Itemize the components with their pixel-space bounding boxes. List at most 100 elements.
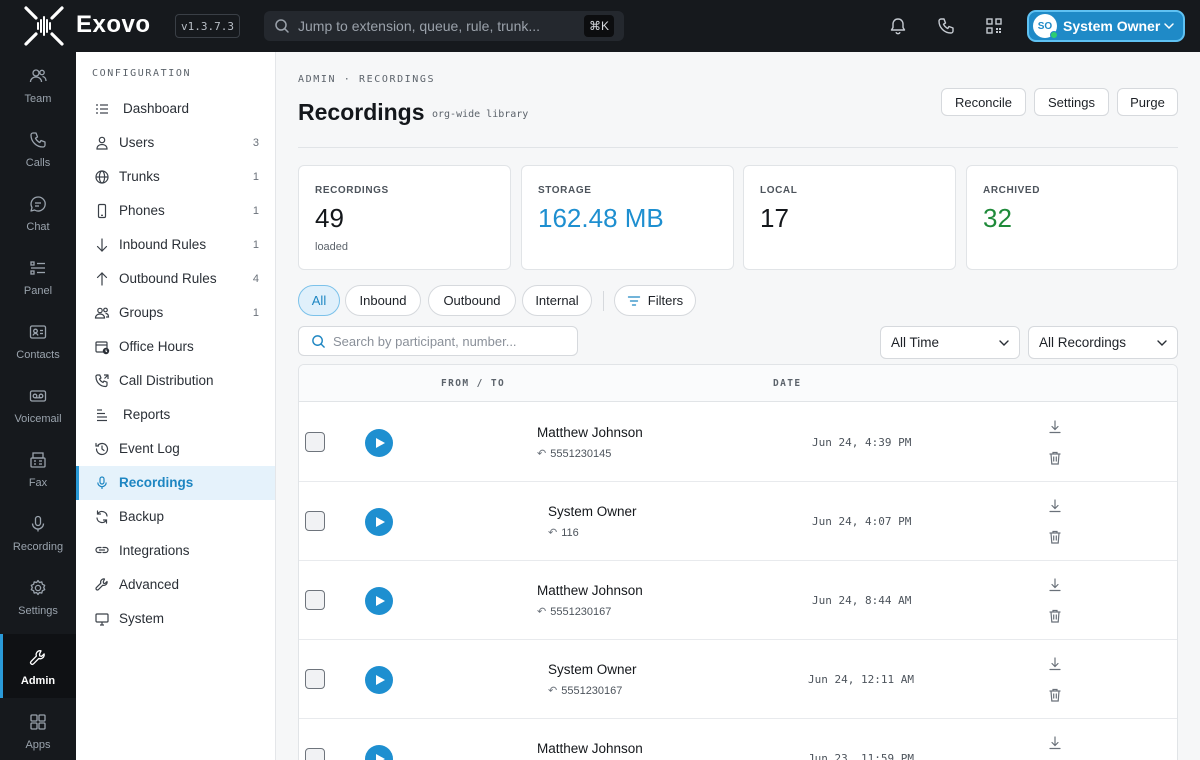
- play-button[interactable]: [365, 745, 393, 760]
- main-content: ADMIN · RECORDINGS Recordings org-wide l…: [276, 52, 1200, 760]
- rail-label: Apps: [25, 739, 51, 751]
- row-checkbox[interactable]: [305, 748, 325, 760]
- filter-pill-all[interactable]: All: [298, 285, 340, 316]
- stat-card-recordings: RECORDINGS 49 loaded: [298, 165, 511, 270]
- phone-icon: [28, 130, 48, 150]
- row-checkbox[interactable]: [305, 432, 325, 452]
- play-button[interactable]: [365, 508, 393, 536]
- stat-value: 17: [760, 203, 789, 233]
- download-icon[interactable]: [1047, 735, 1063, 751]
- purge-button[interactable]: Purge: [1117, 88, 1178, 116]
- rail-label: Team: [24, 93, 52, 105]
- dashboard-icon: [94, 101, 110, 117]
- row-checkbox[interactable]: [305, 669, 325, 689]
- download-icon[interactable]: [1047, 656, 1063, 672]
- rail-item-apps[interactable]: Apps: [0, 698, 76, 760]
- sidebar-item-event-log[interactable]: Event Log: [76, 432, 275, 466]
- gear-icon: [28, 578, 48, 598]
- logo-icon[interactable]: [22, 4, 66, 48]
- participant-number: ↶ 5551230167: [537, 605, 611, 619]
- rail-item-contacts[interactable]: Contacts: [0, 308, 76, 372]
- trash-icon[interactable]: [1047, 450, 1063, 466]
- rail-item-panel[interactable]: Panel: [0, 244, 76, 308]
- participant-name: System Owner: [548, 662, 637, 677]
- backup-icon: [94, 509, 110, 525]
- search-placeholder: Search by participant, number...: [333, 334, 517, 349]
- download-icon[interactable]: [1047, 419, 1063, 435]
- stat-value: 49: [315, 203, 344, 233]
- rail-item-voicemail[interactable]: Voicemail: [0, 372, 76, 436]
- table-row[interactable]: System Owner ↶ 5551230167 Jun 24, 12:11 A…: [299, 640, 1177, 719]
- participant-number-text: 5551230167: [561, 684, 623, 697]
- filter-pill-inbound[interactable]: Inbound: [345, 285, 421, 316]
- sidebar-item-trunks[interactable]: Trunks 1: [76, 160, 275, 194]
- participant-number: ↶ 5551230167: [548, 684, 623, 698]
- row-checkbox[interactable]: [305, 511, 325, 531]
- sidebar-item-advanced[interactable]: Advanced: [76, 568, 275, 602]
- download-icon[interactable]: [1047, 498, 1063, 514]
- column-header-from-to[interactable]: FROM / TO: [441, 378, 505, 389]
- recordings-search-input[interactable]: Search by participant, number...: [298, 326, 578, 356]
- fax-icon: [28, 450, 48, 470]
- play-button[interactable]: [365, 666, 393, 694]
- trash-icon[interactable]: [1047, 608, 1063, 624]
- sidebar-item-office-hours[interactable]: Office Hours: [76, 330, 275, 364]
- filter-icon: [627, 294, 641, 308]
- brand-name: Exovo: [76, 11, 151, 38]
- sidebar-item-backup[interactable]: Backup: [76, 500, 275, 534]
- rail-item-recording[interactable]: Recording: [0, 500, 76, 564]
- sidebar-item-call-distribution[interactable]: Call Distribution: [76, 364, 275, 398]
- recording-date: Jun 24, 4:07 PM: [812, 515, 912, 528]
- rail-item-team[interactable]: Team: [0, 52, 76, 116]
- user-menu-button[interactable]: SO System Owner: [1027, 10, 1185, 42]
- rail-item-fax[interactable]: Fax: [0, 436, 76, 500]
- trash-icon[interactable]: [1047, 687, 1063, 703]
- table-row[interactable]: Matthew Johnson ↶ 5551230145 Jun 24, 4:39…: [299, 403, 1177, 482]
- rail-label: Contacts: [16, 349, 60, 361]
- rail-item-calls[interactable]: Calls: [0, 116, 76, 180]
- table-row[interactable]: Matthew Johnson ↶ 5551230167 Jun 24, 8:44…: [299, 561, 1177, 640]
- sidebar-item-outbound-rules[interactable]: Outbound Rules 4: [76, 262, 275, 296]
- sidebar-item-system[interactable]: System: [76, 602, 275, 636]
- sidebar-item-phones[interactable]: Phones 1: [76, 194, 275, 228]
- rail-label: Voicemail: [14, 413, 62, 425]
- recording-type-select[interactable]: All Recordings: [1028, 326, 1178, 359]
- rail-item-chat[interactable]: Chat: [0, 180, 76, 244]
- sidebar-item-groups[interactable]: Groups 1: [76, 296, 275, 330]
- play-button[interactable]: [365, 429, 393, 457]
- download-icon[interactable]: [1047, 577, 1063, 593]
- filters-button[interactable]: Filters: [614, 285, 696, 316]
- settings-button[interactable]: Settings: [1034, 88, 1109, 116]
- sidebar-item-label: Advanced: [119, 577, 180, 592]
- search-icon: [311, 334, 326, 349]
- time-range-select[interactable]: All Time: [880, 326, 1020, 359]
- trash-icon[interactable]: [1047, 529, 1063, 545]
- sidebar-item-dashboard[interactable]: Dashboard: [76, 92, 275, 126]
- participant-number: ↶ 5551230145: [537, 447, 611, 461]
- row-checkbox[interactable]: [305, 590, 325, 610]
- table-row[interactable]: System Owner ↶ 116 Jun 24, 4:07 PM: [299, 482, 1177, 561]
- sidebar-item-recordings[interactable]: Recordings: [76, 466, 275, 500]
- bell-icon[interactable]: [888, 16, 908, 36]
- sidebar-item-inbound-rules[interactable]: Inbound Rules 1: [76, 228, 275, 262]
- search-icon: [274, 18, 290, 34]
- phone-icon[interactable]: [936, 16, 956, 36]
- filter-pill-outbound[interactable]: Outbound: [428, 285, 516, 316]
- sidebar-item-users[interactable]: Users 3: [76, 126, 275, 160]
- column-header-date[interactable]: DATE: [773, 378, 801, 389]
- rail-item-admin[interactable]: Admin: [0, 634, 76, 698]
- sidebar-item-integrations[interactable]: Integrations: [76, 534, 275, 568]
- rail-item-settings[interactable]: Settings: [0, 564, 76, 628]
- reply-arrow-icon: ↶: [548, 527, 558, 539]
- recording-date: Jun 24, 4:39 PM: [812, 436, 912, 449]
- reconcile-button[interactable]: Reconcile: [941, 88, 1026, 116]
- filter-pill-internal[interactable]: Internal: [522, 285, 592, 316]
- table-row[interactable]: Matthew Johnson Jun 23, 11:59 PM: [299, 719, 1177, 760]
- play-button[interactable]: [365, 587, 393, 615]
- stat-card-storage: STORAGE 162.48 MB: [521, 165, 734, 270]
- config-heading: CONFIGURATION: [92, 68, 192, 79]
- sidebar-item-reports[interactable]: Reports: [76, 398, 275, 432]
- global-search[interactable]: Jump to extension, queue, rule, trunk...…: [264, 11, 624, 41]
- qr-icon[interactable]: [984, 16, 1004, 36]
- sidebar-item-label: Trunks: [119, 169, 160, 184]
